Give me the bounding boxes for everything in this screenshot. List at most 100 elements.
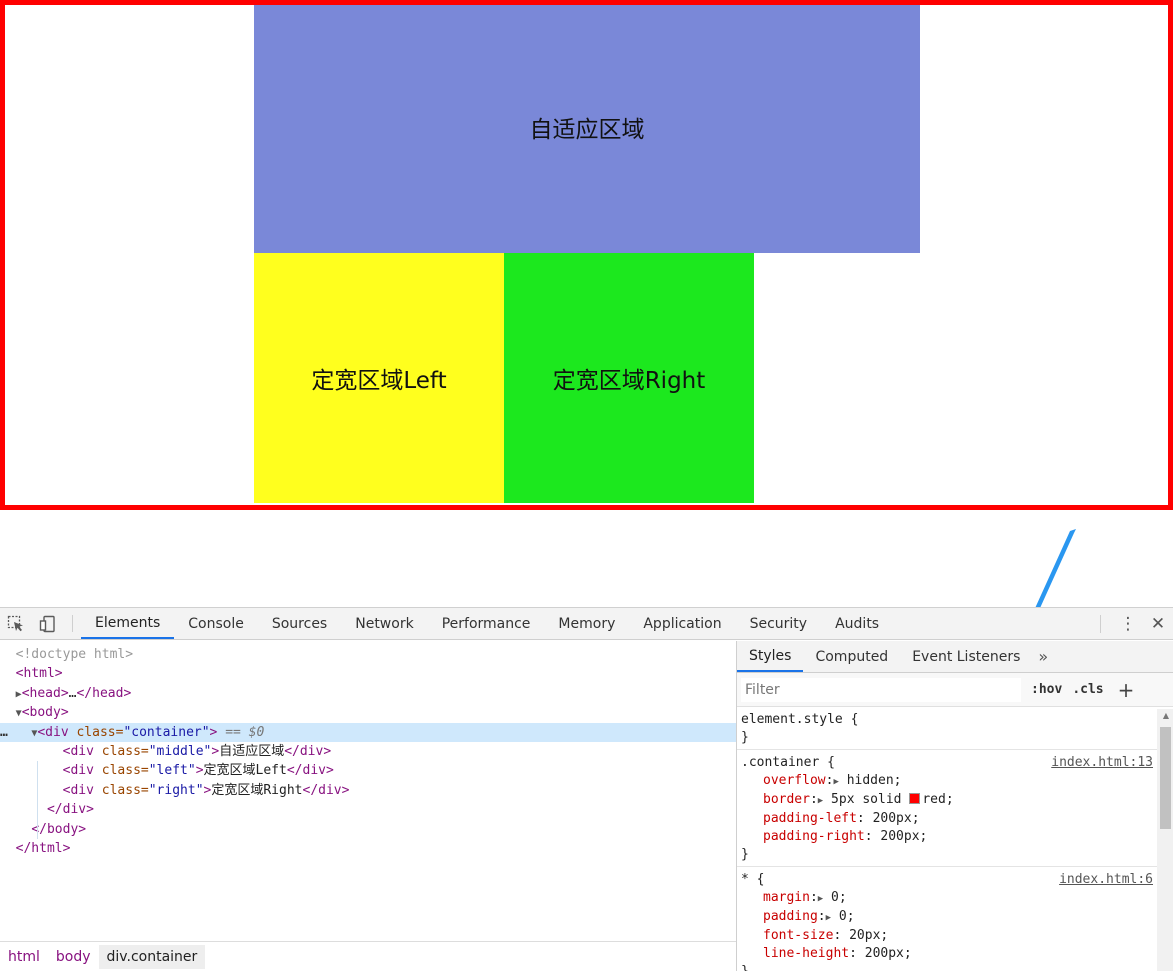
styles-filter-input[interactable] (741, 677, 1021, 702)
style-declaration[interactable]: padding-left: 200px; (741, 810, 1153, 828)
tab-application[interactable]: Application (629, 608, 735, 639)
property-name[interactable]: padding-right (763, 829, 865, 844)
rule-header: element.style { (741, 711, 1153, 729)
dom-line-child[interactable]: <div class="left">定宽区域Left</div> (0, 761, 736, 780)
devtools-tabs: Elements Console Sources Network Performance… (81, 608, 893, 639)
style-declaration[interactable]: font-size: 20px; (741, 927, 1153, 945)
kebab-menu-icon[interactable]: ⋮ (1113, 614, 1143, 634)
breadcrumb-item[interactable]: body (48, 945, 99, 969)
rule-selector[interactable]: * (741, 872, 749, 887)
div-close-tag: </div> (46, 802, 94, 818)
subtab-styles[interactable]: Styles (737, 641, 804, 672)
hov-toggle-button[interactable]: :hov (1031, 682, 1062, 697)
color-swatch-icon[interactable] (909, 793, 921, 804)
dom-line-head[interactable]: ▶<head>…</head> (0, 684, 736, 703)
rule-selector[interactable]: element.style (741, 712, 843, 727)
property-name[interactable]: padding-left (763, 811, 857, 826)
tab-security[interactable]: Security (736, 608, 822, 639)
child-close-tag: </div> (302, 782, 350, 798)
more-tabs-icon[interactable]: » (1032, 641, 1054, 672)
property-name[interactable]: border (763, 792, 810, 807)
property-value[interactable]: 200px (873, 811, 912, 826)
tab-elements[interactable]: Elements (81, 608, 175, 639)
breadcrumb-item[interactable]: div.container (98, 944, 206, 969)
scrollbar-thumb[interactable] (1160, 727, 1171, 829)
dom-line-container[interactable]: … ▼<div class="container"> == $0 (0, 722, 736, 742)
selected-element-marker: == $0 (217, 724, 265, 740)
property-value[interactable]: 200px (880, 829, 919, 844)
semicolon: ; (880, 928, 889, 943)
cls-toggle-button[interactable]: .cls (1072, 682, 1103, 697)
child-open-tag: <div (62, 763, 94, 779)
rule-source-link[interactable]: index.html:13 (1051, 754, 1153, 772)
container-children: <div class="middle">自适应区域</div> <div cla… (0, 742, 736, 800)
devtools-tabbar: Elements Console Sources Network Performance… (0, 608, 1173, 640)
property-value-color[interactable]: red (922, 792, 945, 807)
property-value[interactable]: 0 (839, 909, 847, 924)
tab-performance[interactable]: Performance (428, 608, 545, 639)
property-name[interactable]: overflow (763, 773, 826, 788)
style-declaration[interactable]: line-height: 200px; (741, 945, 1153, 963)
property-value[interactable]: 20px (849, 928, 880, 943)
property-name[interactable]: padding (763, 909, 818, 924)
dom-line-child[interactable]: <div class="right">定宽区域Right</div> (0, 781, 736, 800)
devtools-panel: Elements Console Sources Network Performance… (0, 607, 1173, 971)
property-space (857, 946, 865, 961)
tab-network[interactable]: Network (341, 608, 427, 639)
property-colon: : (856, 811, 865, 826)
dom-line-body-close[interactable]: </body> (0, 820, 736, 839)
property-value[interactable]: 5px solid (831, 792, 909, 807)
doctype-text: <!doctype html> (15, 647, 134, 662)
tab-audits[interactable]: Audits (821, 608, 893, 639)
property-name[interactable]: margin (763, 890, 810, 905)
row-ellipsis-icon[interactable]: … (0, 723, 8, 742)
new-style-rule-button[interactable]: + (1118, 678, 1135, 702)
middle-region: 自适应区域 (254, 5, 920, 253)
property-colon: : (809, 890, 818, 905)
styles-scrollbar[interactable]: ▲ (1157, 709, 1173, 971)
child-text: 定宽区域Right (211, 782, 303, 798)
style-rule: * {index.html:6 margin:▶ 0; padding:▶ 0; fo… (737, 867, 1173, 971)
semicolon: ; (893, 773, 902, 788)
rule-source-link[interactable]: index.html:6 (1059, 871, 1153, 889)
style-declaration[interactable]: padding-right: 200px; (741, 828, 1153, 846)
dom-line-body[interactable]: ▼<body> (0, 703, 736, 722)
dom-line-html-close[interactable]: </html> (0, 839, 736, 858)
child-attr-value: "left" (148, 763, 196, 779)
subtab-event-listeners[interactable]: Event Listeners (900, 641, 1032, 672)
close-icon[interactable]: ✕ (1143, 614, 1173, 634)
style-declaration[interactable]: overflow:▶ hidden; (741, 772, 1153, 791)
tab-console[interactable]: Console (174, 608, 258, 639)
dom-line-doctype[interactable]: <!doctype html> (0, 645, 736, 664)
tab-sources[interactable]: Sources (258, 608, 341, 639)
property-value[interactable]: 0 (831, 890, 839, 905)
property-colon: : (864, 829, 873, 844)
property-value[interactable]: hidden (847, 773, 894, 788)
child-close-angle: > (211, 743, 220, 759)
scroll-up-arrow-icon[interactable]: ▲ (1163, 711, 1169, 720)
property-colon: : (849, 946, 857, 961)
subtab-computed[interactable]: Computed (803, 641, 900, 672)
tab-memory[interactable]: Memory (544, 608, 629, 639)
property-name[interactable]: font-size (763, 928, 833, 943)
container-open-tag: <div (37, 724, 69, 740)
styles-filter-row: :hov .cls + (737, 673, 1173, 707)
open-brace: { (842, 712, 859, 727)
style-declaration[interactable]: padding:▶ 0; (741, 908, 1153, 927)
styles-pane: StylesComputedEvent Listeners » :hov .cl… (736, 641, 1173, 971)
breadcrumb-item[interactable]: html (0, 945, 48, 969)
style-declaration[interactable]: border:▶ 5px solid red; (741, 791, 1153, 810)
rule-selector[interactable]: .container (741, 755, 819, 770)
device-toggle-icon[interactable] (32, 608, 64, 639)
style-declaration[interactable]: margin:▶ 0; (741, 889, 1153, 908)
property-name[interactable]: line-height (763, 946, 849, 961)
dom-line-child[interactable]: <div class="middle">自适应区域</div> (0, 742, 736, 761)
inspect-cursor-icon[interactable] (0, 608, 32, 639)
middle-region-text: 自适应区域 (529, 116, 645, 143)
dom-line-div-close[interactable]: </div> (0, 800, 736, 819)
child-text: 自适应区域 (219, 743, 285, 759)
dom-line-html[interactable]: <html> (0, 664, 736, 683)
property-value[interactable]: 200px (865, 946, 904, 961)
